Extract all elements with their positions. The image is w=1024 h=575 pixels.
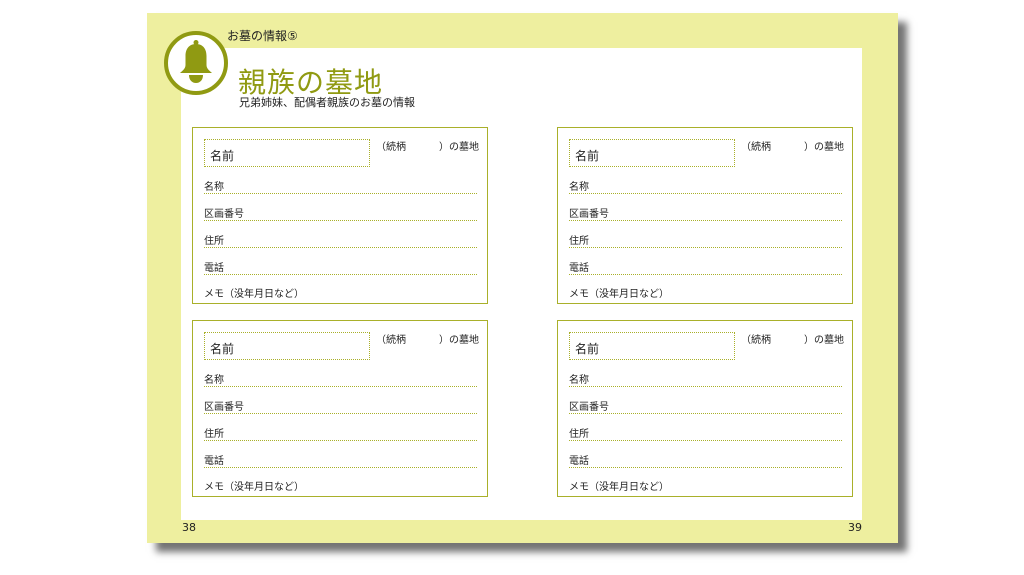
field-phone[interactable]: 電話: [204, 448, 477, 468]
chapter-label: お墓の情報⑤: [227, 29, 298, 43]
field-plot-number[interactable]: 区画番号: [204, 201, 477, 221]
relation-open: （続柄: [741, 142, 771, 153]
field-phone[interactable]: 電話: [204, 255, 477, 275]
field-name[interactable]: 名称: [204, 367, 477, 387]
relation-open: （続柄: [376, 335, 406, 346]
page-number-right: 39: [848, 521, 862, 534]
field-name[interactable]: 名称: [569, 367, 842, 387]
relation-close: ）の墓地: [439, 142, 479, 153]
field-plot-number[interactable]: 区画番号: [569, 394, 842, 414]
book-spread: お墓の情報⑤ 親族の墓地 兄弟姉妹、配偶者親族のお墓の情報 名前 （続柄 ）の墓…: [147, 13, 898, 543]
bell-icon: [164, 31, 228, 95]
field-name[interactable]: 名称: [569, 174, 842, 194]
field-plot-number[interactable]: 区画番号: [204, 394, 477, 414]
grave-record-card: 名前 （続柄 ）の墓地 名称 区画番号 住所 電話 メモ（没年月日など）: [192, 320, 488, 497]
grave-record-card: 名前 （続柄 ）の墓地 名称 区画番号 住所 電話 メモ（没年月日など）: [192, 127, 488, 304]
field-address[interactable]: 住所: [204, 228, 477, 248]
field-address[interactable]: 住所: [204, 421, 477, 441]
relation-close: ）の墓地: [804, 335, 844, 346]
relation-close: ）の墓地: [804, 142, 844, 153]
field-address[interactable]: 住所: [569, 421, 842, 441]
field-memo[interactable]: メモ（没年月日など）: [569, 281, 842, 301]
field-plot-number[interactable]: 区画番号: [569, 201, 842, 221]
grave-record-card: 名前 （続柄 ）の墓地 名称 区画番号 住所 電話 メモ（没年月日など）: [557, 127, 853, 304]
relation-open: （続柄: [376, 142, 406, 153]
name-field[interactable]: 名前: [204, 332, 370, 360]
name-field[interactable]: 名前: [569, 139, 735, 167]
relation-close: ）の墓地: [439, 335, 479, 346]
field-memo[interactable]: メモ（没年月日など）: [204, 281, 477, 301]
field-phone[interactable]: 電話: [569, 255, 842, 275]
page-subtitle: 兄弟姉妹、配偶者親族のお墓の情報: [239, 96, 415, 109]
field-memo[interactable]: メモ（没年月日など）: [204, 474, 477, 494]
field-name[interactable]: 名称: [204, 174, 477, 194]
relation-open: （続柄: [741, 335, 771, 346]
field-phone[interactable]: 電話: [569, 448, 842, 468]
grave-record-card: 名前 （続柄 ）の墓地 名称 区画番号 住所 電話 メモ（没年月日など）: [557, 320, 853, 497]
page-number-left: 38: [182, 521, 196, 534]
field-memo[interactable]: メモ（没年月日など）: [569, 474, 842, 494]
name-field[interactable]: 名前: [204, 139, 370, 167]
field-address[interactable]: 住所: [569, 228, 842, 248]
name-field[interactable]: 名前: [569, 332, 735, 360]
